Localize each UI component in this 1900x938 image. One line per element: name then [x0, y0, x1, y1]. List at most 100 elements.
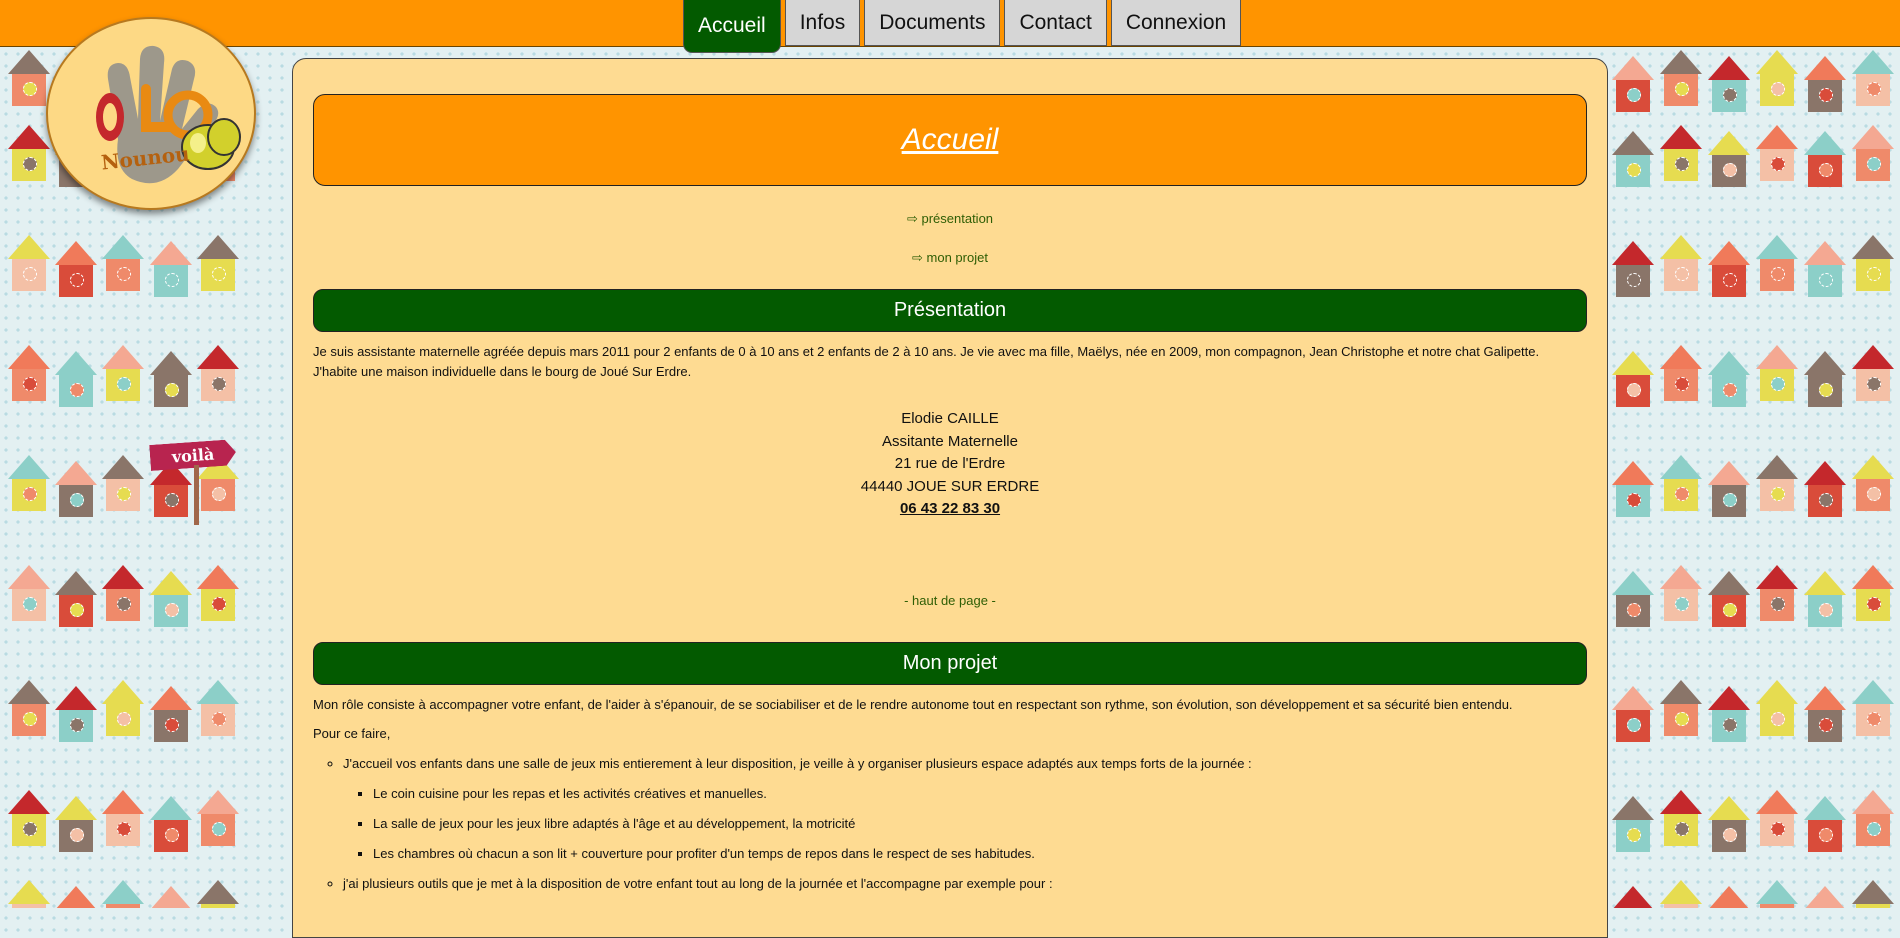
decor-house	[1804, 796, 1846, 852]
nav-tab-accueil[interactable]: Accueil	[683, 0, 781, 53]
decor-house	[1852, 125, 1894, 181]
decor-house	[1660, 880, 1702, 908]
decor-house	[1660, 565, 1702, 621]
toc-link-projet[interactable]: ⇨ mon projet	[313, 250, 1587, 265]
decor-house	[1708, 796, 1750, 852]
decor-house	[8, 235, 50, 291]
decor-house	[1660, 790, 1702, 846]
phone-link[interactable]: 06 43 22 83 30	[313, 498, 1587, 521]
nav-tab-documents[interactable]: Documents	[864, 0, 1001, 46]
decor-house	[1756, 125, 1798, 181]
sub-list-item: Les chambres où chacun a son lit + couve…	[373, 844, 1587, 864]
section-heading-projet: Mon projet	[313, 641, 1587, 685]
decor-house	[1852, 565, 1894, 621]
decor-house	[1660, 455, 1702, 511]
decor-house	[197, 680, 239, 736]
section-heading-presentation: Présentation	[313, 289, 1587, 332]
decor-house	[1612, 686, 1654, 742]
decor-house	[1708, 241, 1750, 297]
decor-house	[1756, 680, 1798, 736]
decor-house	[8, 455, 50, 511]
list-item: J'accueil vos enfants dans une salle de …	[343, 754, 1587, 864]
decor-house	[1756, 345, 1798, 401]
decor-house	[1708, 131, 1750, 187]
decor-house	[1708, 886, 1750, 908]
sub-list-item: Le coin cuisine pour les repas et les ac…	[373, 784, 1587, 804]
address-street: 21 rue de l'Erdre	[894, 455, 1006, 472]
projet-lead: Pour ce faire,	[313, 725, 391, 741]
decor-house	[55, 461, 97, 517]
decor-house	[102, 565, 144, 621]
projet-intro: Mon rôle consiste à accompagner votre en…	[313, 696, 1513, 712]
decor-house	[1852, 345, 1894, 401]
decor-house	[1804, 131, 1846, 187]
decor-house	[1612, 351, 1654, 407]
decor-house	[1852, 455, 1894, 511]
decor-house	[1708, 571, 1750, 627]
list-item-text: j'ai plusieurs outils que je met à la di…	[343, 875, 1053, 891]
decor-house	[197, 235, 239, 291]
logo-illustration: Nounou	[96, 45, 241, 184]
decor-house	[102, 235, 144, 291]
decor-house	[55, 686, 97, 742]
decor-house	[197, 880, 239, 908]
decor-house	[1708, 56, 1750, 112]
decor-house	[102, 345, 144, 401]
decor-house	[1804, 686, 1846, 742]
table-of-contents: ⇨ présentation ⇨ mon projet	[313, 211, 1587, 265]
list-item-text: J'accueil vos enfants dans une salle de …	[343, 755, 1252, 771]
decor-house	[1756, 455, 1798, 511]
decor-house	[1708, 686, 1750, 742]
address-role: Assitante Maternelle	[882, 432, 1018, 450]
decor-house	[197, 345, 239, 401]
decor-house	[1612, 461, 1654, 517]
decor-house	[1708, 351, 1750, 407]
decor-house	[1612, 241, 1654, 297]
decor-house	[1852, 50, 1894, 106]
decor-house	[1756, 565, 1798, 621]
decor-house	[55, 351, 97, 407]
decor-house	[1804, 571, 1846, 627]
decor-house	[55, 886, 97, 908]
contact-address: Elodie CAILLE Assitante Maternelle 21 ru…	[313, 408, 1587, 521]
decor-house	[1612, 886, 1654, 908]
decor-house	[1756, 880, 1798, 908]
main-nav: Accueil Infos Documents Contact Connexio…	[683, 0, 1242, 53]
decor-house	[8, 790, 50, 846]
sign-post	[194, 465, 199, 525]
decor-house	[1612, 56, 1654, 112]
decor-house	[1612, 131, 1654, 187]
page-title-box: Accueil	[313, 94, 1587, 186]
site-logo[interactable]: Nounou	[46, 17, 256, 210]
decor-house	[102, 790, 144, 846]
nav-tab-connexion[interactable]: Connexion	[1110, 0, 1242, 46]
back-to-top-link[interactable]: - haut de page -	[313, 593, 1587, 608]
decor-house	[1804, 351, 1846, 407]
sub-list: Le coin cuisine pour les repas et les ac…	[343, 784, 1587, 864]
decor-house	[8, 680, 50, 736]
decor-house	[150, 886, 192, 908]
decor-house	[1612, 571, 1654, 627]
decor-house	[8, 125, 50, 181]
decor-house	[150, 241, 192, 297]
decor-house	[8, 345, 50, 401]
toc-link-presentation[interactable]: ⇨ présentation	[313, 211, 1587, 226]
main-content: Accueil ⇨ présentation ⇨ mon projet Prés…	[292, 58, 1608, 938]
address-city: 44440 JOUE SUR ERDRE	[860, 477, 1040, 495]
decor-house	[1804, 886, 1846, 908]
decor-house	[1756, 50, 1798, 106]
decor-house	[1852, 790, 1894, 846]
page-title: Accueil	[901, 123, 999, 156]
decor-house	[8, 565, 50, 621]
address-name: Elodie CAILLE	[901, 410, 999, 427]
decor-house	[102, 880, 144, 908]
nav-tab-infos[interactable]: Infos	[784, 0, 861, 46]
decor-house	[1660, 125, 1702, 181]
decor-house	[197, 790, 239, 846]
decor-house	[1756, 790, 1798, 846]
decor-house	[1852, 235, 1894, 291]
decor-house	[1660, 50, 1702, 106]
decor-house	[8, 50, 50, 106]
nav-tab-contact[interactable]: Contact	[1004, 0, 1107, 46]
decor-house	[1708, 461, 1750, 517]
